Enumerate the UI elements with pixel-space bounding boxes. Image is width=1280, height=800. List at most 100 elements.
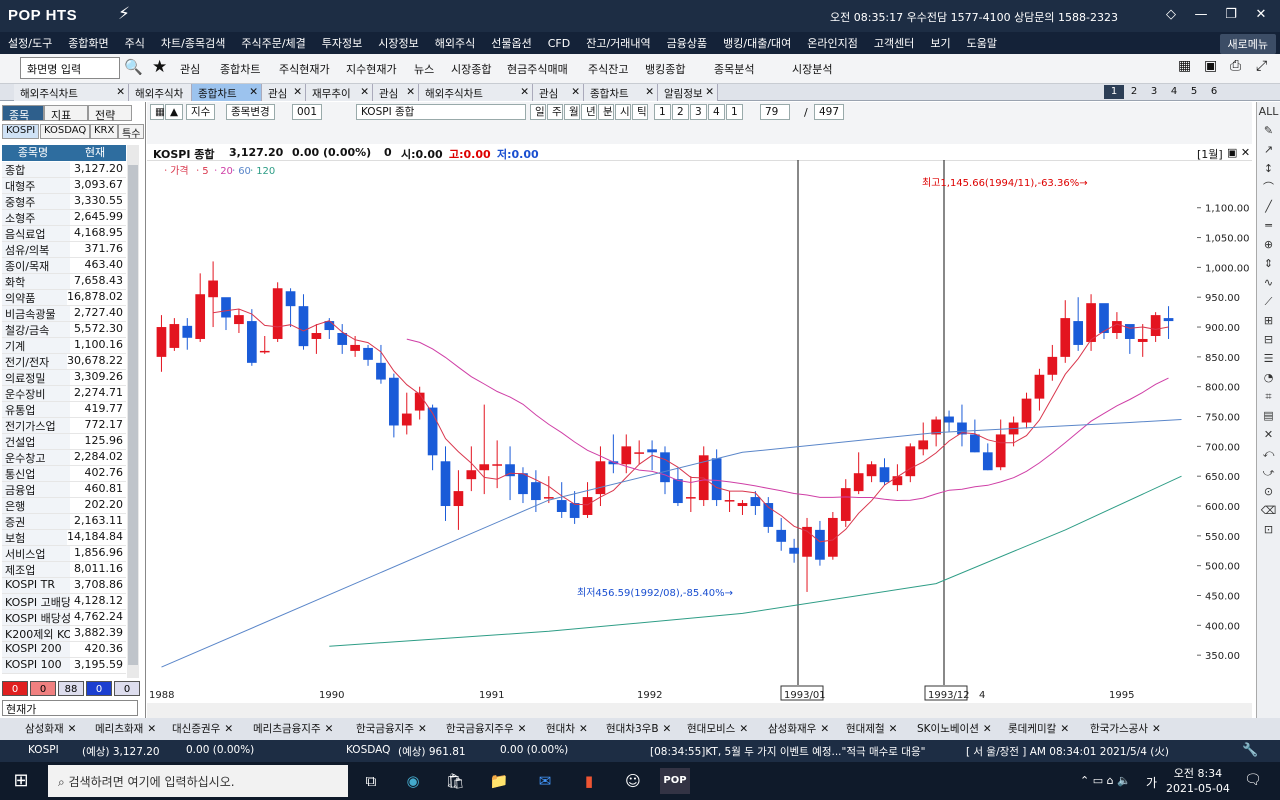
tab-close-icon[interactable]: ✕	[116, 86, 125, 98]
candlestick-chart[interactable]: ㆍ가격 ㆍ5 ㆍ20ㆍ60ㆍ120최고1,145.66(1994/11),-63.3…	[147, 160, 1197, 685]
list-item[interactable]: 소형주 2,645.99	[2, 210, 126, 226]
minimize-button[interactable]: —	[1186, 4, 1216, 26]
list-item[interactable]: 은행 202.20	[2, 498, 126, 514]
tab-close-icon[interactable]: ✕	[360, 86, 369, 98]
screen-tab[interactable]: 관심 ✕	[262, 84, 306, 101]
drawing-tool-icon[interactable]: ═	[1257, 216, 1280, 235]
drawing-tool-icon[interactable]: ▤	[1257, 406, 1280, 425]
drawing-tool-icon[interactable]: ⊞	[1257, 311, 1280, 330]
list-item[interactable]: 종합 3,127.20	[2, 162, 126, 178]
list-item[interactable]: 대형주 3,093.67	[2, 178, 126, 194]
drawing-tool-icon[interactable]: ALL	[1257, 102, 1280, 121]
period-button[interactable]: 틱	[632, 104, 648, 120]
explorer-icon[interactable]: 📁	[484, 768, 514, 794]
count-input[interactable]: 79	[760, 104, 790, 120]
menu-item[interactable]: CFD	[540, 37, 578, 50]
screen-tab[interactable]: 해외주식차트✕	[14, 84, 129, 101]
tray-icons[interactable]: ⌃ ▭ ⌂ 🔈	[1080, 774, 1131, 787]
list-item[interactable]: 전기가스업 772.17	[2, 418, 126, 434]
stock-tab[interactable]: 삼성화재우 ✕	[768, 721, 829, 736]
menu-item[interactable]: 차트/종목검색	[153, 35, 233, 51]
list-item[interactable]: 운수창고 2,284.02	[2, 450, 126, 466]
period-button[interactable]: 월	[564, 104, 580, 120]
toolbar-item[interactable]: 관심	[180, 61, 200, 77]
star-icon[interactable]: ★	[152, 57, 167, 77]
menu-item[interactable]: 설정/도구	[0, 35, 60, 51]
tab-close-icon[interactable]: ✕	[571, 86, 580, 98]
stock-tab[interactable]: SK이노베이션 ✕	[917, 721, 992, 736]
list-item[interactable]: 중형주 3,330.55	[2, 194, 126, 210]
calculator-icon[interactable]: ▦	[1178, 58, 1191, 74]
stock-tab[interactable]: 삼성화재 ✕	[25, 721, 76, 736]
page-button[interactable]: 6	[1204, 85, 1224, 99]
drawing-tool-icon[interactable]: ⟋	[1257, 292, 1280, 311]
edge-icon[interactable]: ◉	[398, 768, 428, 794]
screen-tab[interactable]: 종합차트 ✕	[192, 84, 262, 101]
list-item[interactable]: KOSPI 배당성 4,762.24	[2, 610, 126, 626]
search-icon[interactable]: 🔍	[124, 58, 143, 76]
print-icon[interactable]: ⎙	[1230, 58, 1241, 74]
interval-button[interactable]: 2	[672, 104, 689, 120]
screen-tab[interactable]: 관심 ✕	[373, 84, 419, 101]
list-item[interactable]: 건설업 125.96	[2, 434, 126, 450]
tab-close-icon[interactable]: ✕	[224, 723, 233, 735]
list-scroll-thumb[interactable]	[128, 165, 138, 665]
list-item[interactable]: 음식료업 4,168.95	[2, 226, 126, 242]
drawing-tool-icon[interactable]: ⇕	[1257, 254, 1280, 273]
drawing-tool-icon[interactable]: ✕	[1257, 425, 1280, 444]
tab-close-icon[interactable]: ✕	[889, 723, 898, 735]
stock-tab[interactable]: 현대차 ✕	[546, 721, 588, 736]
menu-item[interactable]: 선물옵션	[483, 35, 539, 51]
stock-tab[interactable]: 한국가스공사 ✕	[1090, 721, 1161, 736]
close-button[interactable]: ✕	[1246, 4, 1276, 26]
office-icon[interactable]: ▮	[574, 768, 604, 794]
menu-item[interactable]: 종합화면	[60, 35, 116, 51]
store-icon[interactable]: 🛍	[440, 768, 470, 794]
tab-close-icon[interactable]: ✕	[663, 723, 672, 735]
tab-close-icon[interactable]: ✕	[293, 86, 302, 98]
page-button[interactable]: 4	[1164, 85, 1184, 99]
pop-hts-icon[interactable]: POP	[660, 768, 690, 794]
period-button[interactable]: 시	[615, 104, 631, 120]
screen-tab[interactable]: 해외주식차트✕	[129, 84, 192, 115]
menu-item[interactable]: 온라인지점	[799, 35, 866, 51]
page-button[interactable]: 1	[1104, 85, 1124, 99]
drawing-tool-icon[interactable]: ⊙	[1257, 482, 1280, 501]
market-tab[interactable]: KOSDAQ	[40, 124, 91, 139]
expand-icon[interactable]: ⤢	[1256, 58, 1267, 74]
toolbar-item[interactable]: 시장종합	[451, 61, 491, 77]
drawing-tool-icon[interactable]: ⌫	[1257, 501, 1280, 520]
menu-item[interactable]: 주식주문/체결	[233, 35, 313, 51]
menu-item[interactable]: 투자정보	[314, 35, 370, 51]
tab-close-icon[interactable]: ✕	[249, 86, 258, 98]
drawing-tool-icon[interactable]: ⤻	[1257, 463, 1280, 482]
toolbar-item[interactable]: 주식잔고	[588, 61, 628, 77]
menu-item[interactable]: 잔고/거래내역	[578, 35, 658, 51]
market-tab[interactable]: KOSPI	[2, 124, 40, 139]
tab-close-icon[interactable]: ✕	[418, 723, 427, 735]
list-item[interactable]: KOSPI 200 420.36	[2, 642, 126, 658]
left-tab[interactable]: 종목	[2, 105, 44, 122]
settings-icon[interactable]: 🔧	[1242, 743, 1258, 758]
left-tab[interactable]: 전략	[88, 105, 132, 122]
index-select[interactable]: 지수	[186, 104, 216, 120]
drawing-tool-icon[interactable]: ⊕	[1257, 235, 1280, 254]
list-item[interactable]: 의약품 16,878.02	[2, 290, 126, 306]
tab-close-icon[interactable]: ✕	[739, 723, 748, 735]
symbol-code-input[interactable]: 001	[292, 104, 323, 120]
drawing-tool-icon[interactable]: ⊡	[1257, 520, 1280, 539]
list-item[interactable]: 유통업 419.77	[2, 402, 126, 418]
stock-tab[interactable]: 메리츠화재 ✕	[95, 721, 156, 736]
screen-tab[interactable]: 관심 ✕	[533, 84, 584, 101]
list-item[interactable]: K200제외 KO 3,882.39	[2, 626, 126, 642]
list-item[interactable]: 금융업 460.81	[2, 482, 126, 498]
tab-close-icon[interactable]: ✕	[520, 86, 529, 98]
list-item[interactable]: KOSPI TR 3,708.86	[2, 578, 126, 594]
tab-close-icon[interactable]: ✕	[579, 723, 588, 735]
left-tab[interactable]: 지표	[44, 105, 88, 122]
interval-button[interactable]: 4	[708, 104, 725, 120]
tab-close-icon[interactable]: ✕	[406, 86, 415, 98]
toolbar-item[interactable]: 뉴스	[414, 61, 434, 77]
menu-item[interactable]: 해외주식	[427, 35, 483, 51]
tab-close-icon[interactable]: ✕	[325, 723, 334, 735]
